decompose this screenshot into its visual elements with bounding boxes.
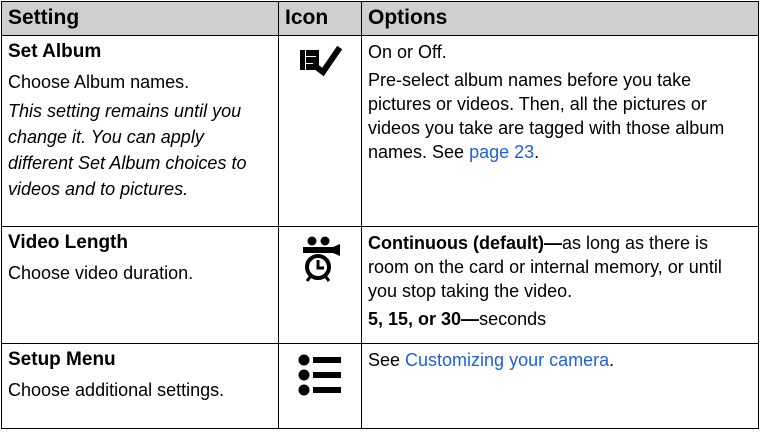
table-row-video-length: Video Length Choose video duration. Cont… [1, 226, 759, 344]
option-line: 5, 15, or 30—seconds [368, 307, 752, 331]
option-text-end: . [534, 142, 540, 162]
options-cell: On or Off. Pre-select album names before… [361, 35, 759, 227]
table-row-setup-menu: Setup Menu Choose additional settings. S… [1, 343, 759, 429]
options-cell: See Customizing your camera. [361, 343, 759, 429]
setting-cell: Set Album Choose Album names. This setti… [1, 35, 279, 227]
settings-table: Setting Icon Options Set Album Choose Al… [1, 1, 759, 429]
album-check-icon [300, 45, 343, 77]
option-line: Pre-select album names before you take p… [368, 68, 752, 164]
icon-cell [278, 35, 362, 227]
setting-title: Set Album [8, 41, 102, 62]
column-header-options: Options [361, 1, 759, 36]
icon-cell [278, 226, 362, 344]
option-text: See [368, 350, 406, 370]
setting-description: Choose video duration. [8, 263, 194, 283]
option-bold: 5, 15, or 30— [368, 309, 480, 329]
setting-note: This setting remains until you change it… [8, 101, 247, 199]
option-bold: Continuous (default)— [368, 233, 562, 253]
option-text: seconds [479, 309, 547, 329]
option-line: On or Off. [368, 42, 447, 62]
setting-description: Choose Album names. [8, 72, 190, 92]
customizing-camera-link[interactable]: Customizing your camera [405, 350, 609, 370]
table-row-set-album: Set Album Choose Album names. This setti… [1, 35, 759, 227]
setting-title: Setup Menu [8, 349, 116, 370]
setting-cell: Video Length Choose video duration. [1, 226, 279, 344]
setup-list-icon [298, 354, 341, 396]
column-header-icon: Icon [278, 1, 362, 36]
option-line: See Customizing your camera. [368, 348, 752, 372]
option-text: Pre-select album names before you take p… [368, 70, 725, 162]
options-cell: Continuous (default)—as long as there is… [361, 226, 759, 344]
setting-cell: Setup Menu Choose additional settings. [1, 343, 279, 429]
page-23-link[interactable]: page 23 [469, 142, 534, 162]
setting-description: Choose additional settings. [8, 380, 225, 400]
column-header-setting: Setting [1, 1, 279, 36]
table-header-row: Setting Icon Options [1, 1, 759, 36]
option-text-end: . [609, 350, 615, 370]
option-line: Continuous (default)—as long as there is… [368, 231, 752, 303]
icon-cell [278, 343, 362, 429]
video-timer-icon [303, 236, 340, 282]
setting-title: Video Length [8, 232, 128, 253]
